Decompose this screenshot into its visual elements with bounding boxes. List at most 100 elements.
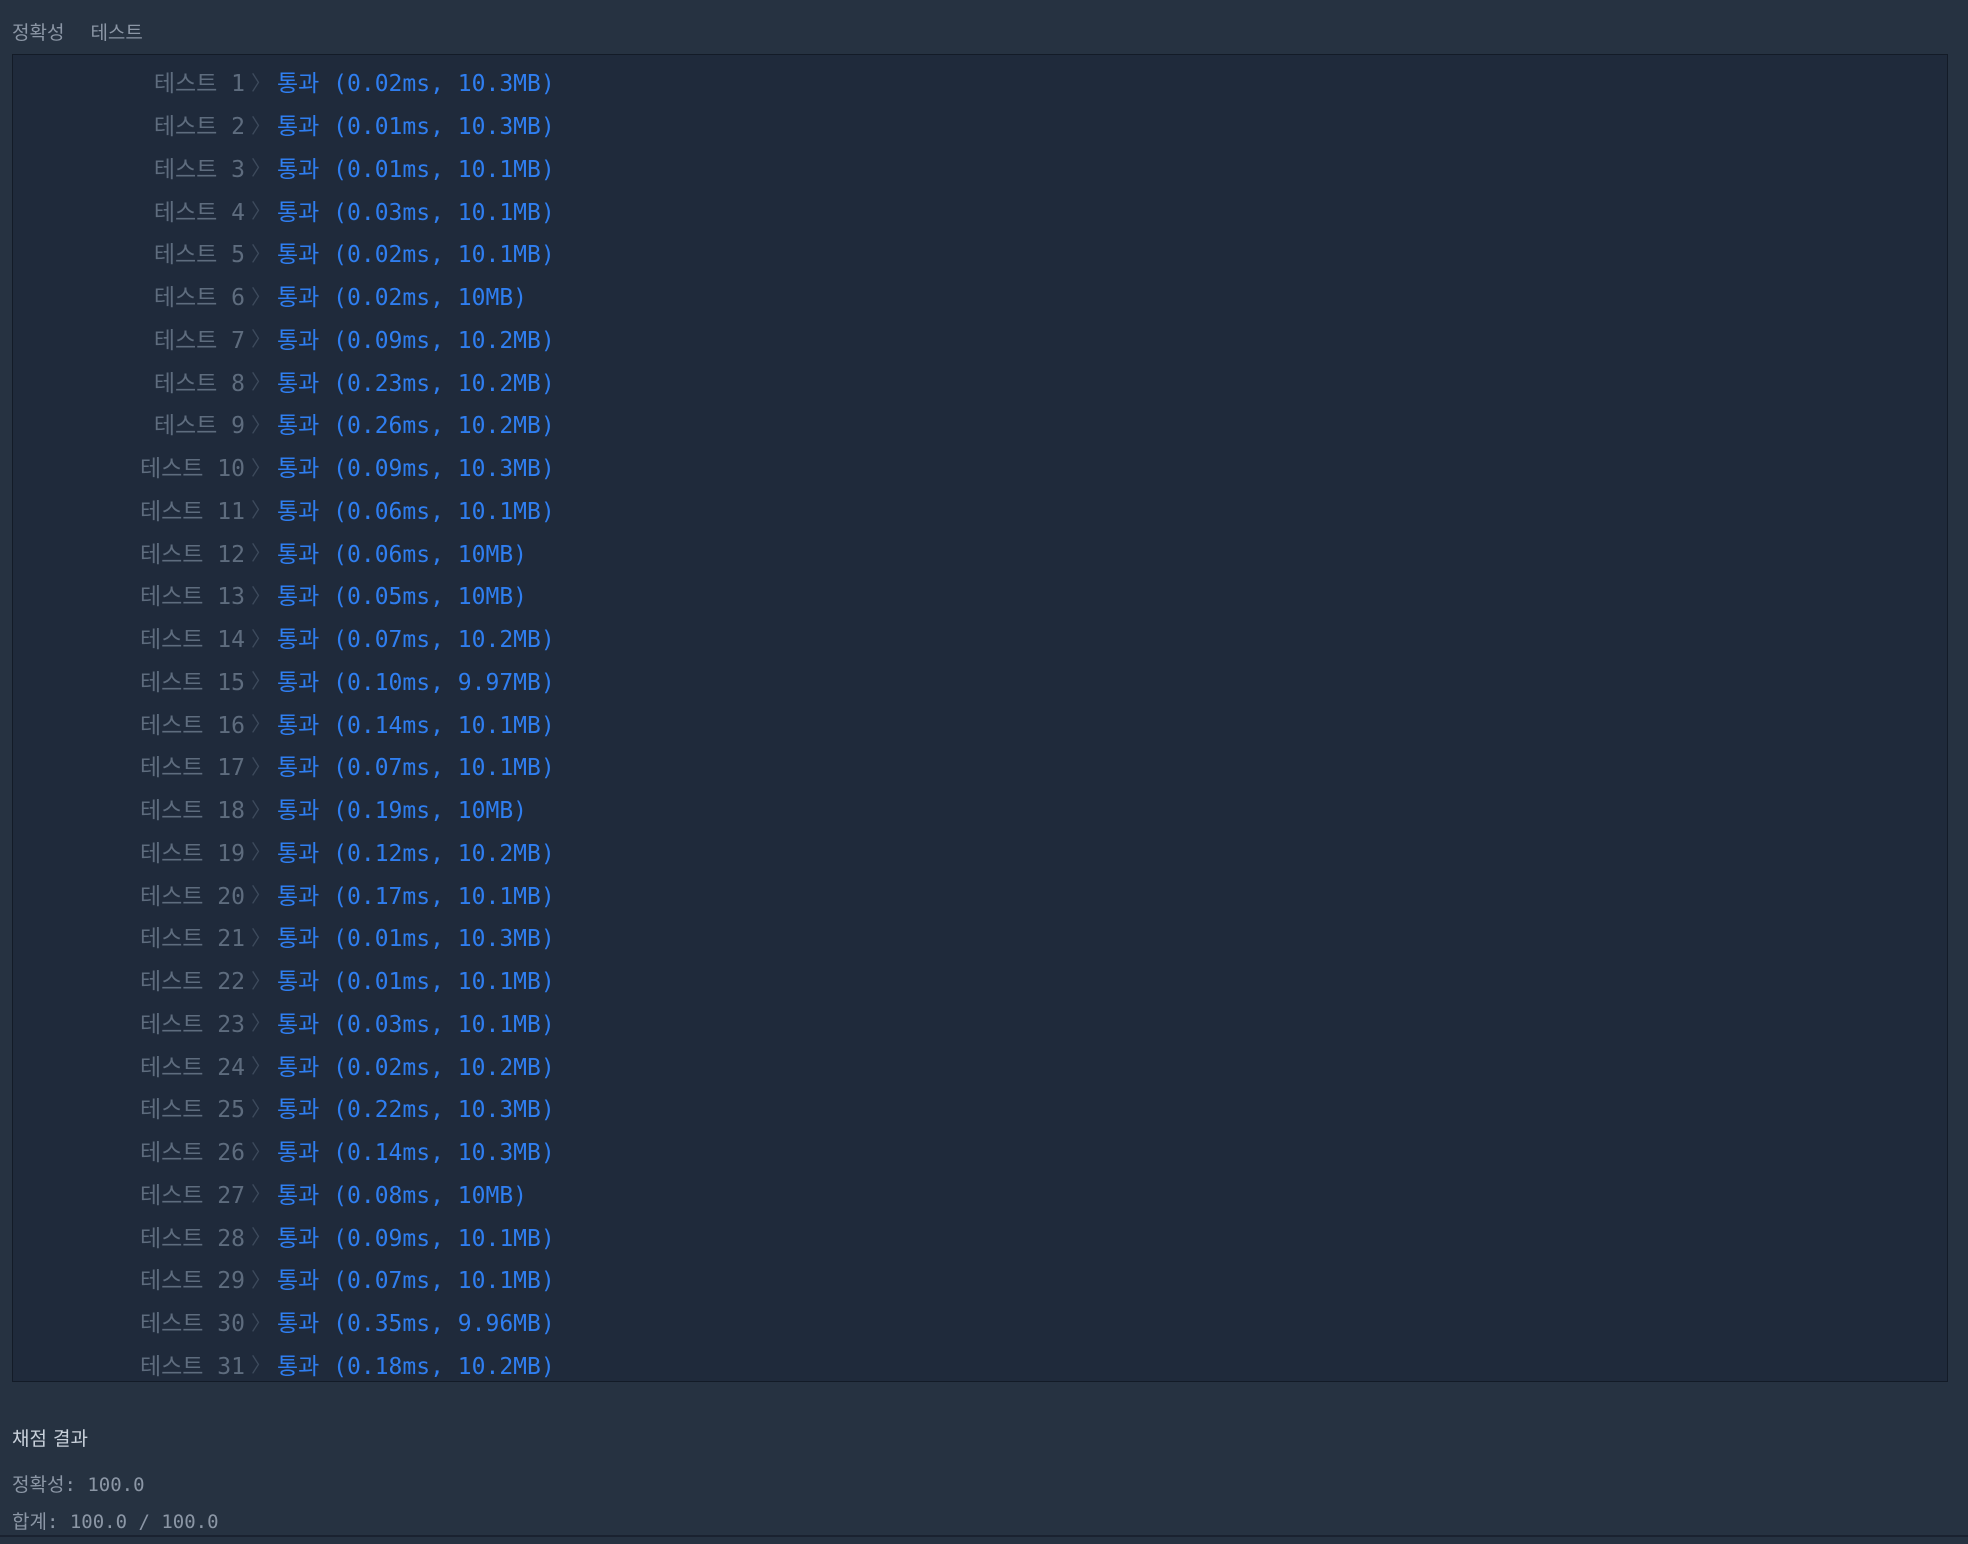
- test-result-row: 테스트 17 〉 통과 (0.07ms, 10.1MB): [13, 744, 1947, 787]
- test-results-list: 테스트 1 〉 통과 (0.02ms, 10.3MB) 테스트 2 〉 통과 (0.01m…: [13, 60, 1947, 1385]
- chevron-right-icon: 〉: [251, 925, 271, 950]
- chevron-right-icon: 〉: [251, 583, 271, 608]
- test-result-row: 테스트 2 〉 통과 (0.01ms, 10.3MB): [13, 103, 1947, 146]
- test-result-row: 테스트 19 〉 통과 (0.12ms, 10.2MB): [13, 830, 1947, 873]
- test-result-row: 테스트 27 〉 통과 (0.08ms, 10MB): [13, 1172, 1947, 1215]
- test-case-label: 테스트 22: [139, 969, 245, 996]
- test-result-row: 테스트 8 〉 통과 (0.23ms, 10.2MB): [13, 359, 1947, 402]
- test-result-row: 테스트 7 〉 통과 (0.09ms, 10.2MB): [13, 317, 1947, 360]
- test-result-status: 통과 (0.01ms, 10.1MB): [277, 156, 555, 183]
- test-case-label: 테스트 28: [139, 1225, 245, 1252]
- test-result-row: 테스트 3 〉 통과 (0.01ms, 10.1MB): [13, 146, 1947, 189]
- chevron-right-icon: 〉: [251, 883, 271, 908]
- test-result-status: 통과 (0.09ms, 10.3MB): [277, 456, 555, 483]
- test-result-status: 통과 (0.03ms, 10.1MB): [277, 1011, 555, 1038]
- test-case-label: 테스트 27: [139, 1182, 245, 1209]
- test-case-label: 테스트 11: [139, 498, 245, 525]
- chevron-right-icon: 〉: [251, 1310, 271, 1335]
- test-result-row: 테스트 24 〉 통과 (0.02ms, 10.2MB): [13, 1043, 1947, 1086]
- test-result-row: 테스트 21 〉 통과 (0.01ms, 10.3MB): [13, 915, 1947, 958]
- test-result-status: 통과 (0.02ms, 10.2MB): [277, 1054, 555, 1081]
- test-case-label: 테스트 7: [153, 327, 245, 354]
- chevron-right-icon: 〉: [251, 199, 271, 224]
- test-case-label: 테스트 10: [139, 456, 245, 483]
- test-result-row: 테스트 29 〉 통과 (0.07ms, 10.1MB): [13, 1257, 1947, 1300]
- test-case-label: 테스트 24: [139, 1054, 245, 1081]
- total-score: 합계: 100.0 / 100.0: [12, 1511, 219, 1533]
- chevron-right-icon: 〉: [251, 284, 271, 309]
- tab-bar: 정확성 테스트: [12, 16, 169, 46]
- test-case-label: 테스트 26: [139, 1140, 245, 1167]
- test-result-row: 테스트 1 〉 통과 (0.02ms, 10.3MB): [13, 60, 1947, 103]
- test-result-status: 통과 (0.22ms, 10.3MB): [277, 1097, 555, 1124]
- test-case-label: 테스트 19: [139, 840, 245, 867]
- test-case-label: 테스트 21: [139, 926, 245, 953]
- chevron-right-icon: 〉: [251, 455, 271, 480]
- test-result-status: 통과 (0.07ms, 10.1MB): [277, 755, 555, 782]
- test-case-label: 테스트 9: [153, 413, 245, 440]
- test-case-label: 테스트 30: [139, 1311, 245, 1338]
- test-case-label: 테스트 5: [153, 242, 245, 269]
- chevron-right-icon: 〉: [251, 113, 271, 138]
- test-result-status: 통과 (0.09ms, 10.1MB): [277, 1225, 555, 1252]
- test-result-status: 통과 (0.01ms, 10.1MB): [277, 969, 555, 996]
- bottom-divider: [0, 1535, 1968, 1537]
- test-result-status: 통과 (0.03ms, 10.1MB): [277, 199, 555, 226]
- test-case-label: 테스트 20: [139, 883, 245, 910]
- chevron-right-icon: 〉: [251, 1267, 271, 1292]
- chevron-right-icon: 〉: [251, 156, 271, 181]
- test-result-row: 테스트 4 〉 통과 (0.03ms, 10.1MB): [13, 188, 1947, 231]
- test-result-row: 테스트 12 〉 통과 (0.06ms, 10MB): [13, 530, 1947, 573]
- test-result-status: 통과 (0.06ms, 10.1MB): [277, 498, 555, 525]
- test-result-status: 통과 (0.01ms, 10.3MB): [277, 114, 555, 141]
- test-result-status: 통과 (0.06ms, 10MB): [277, 541, 528, 568]
- chevron-right-icon: 〉: [251, 541, 271, 566]
- chevron-right-icon: 〉: [251, 797, 271, 822]
- test-result-row: 테스트 6 〉 통과 (0.02ms, 10MB): [13, 274, 1947, 317]
- chevron-right-icon: 〉: [251, 1182, 271, 1207]
- test-case-label: 테스트 1: [153, 71, 245, 98]
- test-case-label: 테스트 4: [153, 199, 245, 226]
- test-case-label: 테스트 29: [139, 1268, 245, 1295]
- test-result-status: 통과 (0.01ms, 10.3MB): [277, 926, 555, 953]
- test-result-status: 통과 (0.18ms, 10.2MB): [277, 1353, 555, 1380]
- test-result-status: 통과 (0.10ms, 9.97MB): [277, 669, 555, 696]
- test-case-label: 테스트 8: [153, 370, 245, 397]
- test-result-row: 테스트 9 〉 통과 (0.26ms, 10.2MB): [13, 402, 1947, 445]
- test-result-row: 테스트 11 〉 통과 (0.06ms, 10.1MB): [13, 488, 1947, 531]
- test-results-panel: 테스트 1 〉 통과 (0.02ms, 10.3MB) 테스트 2 〉 통과 (0.01m…: [12, 54, 1948, 1382]
- chevron-right-icon: 〉: [251, 840, 271, 865]
- test-result-row: 테스트 30 〉 통과 (0.35ms, 9.96MB): [13, 1300, 1947, 1343]
- test-case-label: 테스트 16: [139, 712, 245, 739]
- test-result-row: 테스트 5 〉 통과 (0.02ms, 10.1MB): [13, 231, 1947, 274]
- grading-result-title: 채점 결과: [12, 1428, 88, 1450]
- chevron-right-icon: 〉: [251, 1225, 271, 1250]
- test-case-label: 테스트 2: [153, 114, 245, 141]
- test-case-label: 테스트 18: [139, 798, 245, 825]
- test-result-status: 통과 (0.08ms, 10MB): [277, 1182, 528, 1209]
- test-case-label: 테스트 15: [139, 669, 245, 696]
- chevron-right-icon: 〉: [251, 669, 271, 694]
- test-case-label: 테스트 3: [153, 156, 245, 183]
- test-result-row: 테스트 23 〉 통과 (0.03ms, 10.1MB): [13, 1001, 1947, 1044]
- chevron-right-icon: 〉: [251, 1353, 271, 1378]
- test-result-row: 테스트 13 〉 통과 (0.05ms, 10MB): [13, 573, 1947, 616]
- chevron-right-icon: 〉: [251, 1011, 271, 1036]
- test-result-status: 통과 (0.12ms, 10.2MB): [277, 840, 555, 867]
- test-result-status: 통과 (0.14ms, 10.1MB): [277, 712, 555, 739]
- test-result-status: 통과 (0.19ms, 10MB): [277, 798, 528, 825]
- tab-accuracy[interactable]: 정확성: [12, 18, 64, 45]
- test-case-label: 테스트 17: [139, 755, 245, 782]
- test-case-label: 테스트 23: [139, 1011, 245, 1038]
- test-case-label: 테스트 12: [139, 541, 245, 568]
- test-result-row: 테스트 25 〉 통과 (0.22ms, 10.3MB): [13, 1086, 1947, 1129]
- chevron-right-icon: 〉: [251, 712, 271, 737]
- chevron-right-icon: 〉: [251, 70, 271, 95]
- tab-test[interactable]: 테스트: [90, 18, 142, 45]
- test-result-status: 통과 (0.07ms, 10.2MB): [277, 627, 555, 654]
- chevron-right-icon: 〉: [251, 1096, 271, 1121]
- test-result-row: 테스트 22 〉 통과 (0.01ms, 10.1MB): [13, 958, 1947, 1001]
- test-result-status: 통과 (0.02ms, 10.1MB): [277, 242, 555, 269]
- chevron-right-icon: 〉: [251, 1054, 271, 1079]
- test-result-row: 테스트 15 〉 통과 (0.10ms, 9.97MB): [13, 659, 1947, 702]
